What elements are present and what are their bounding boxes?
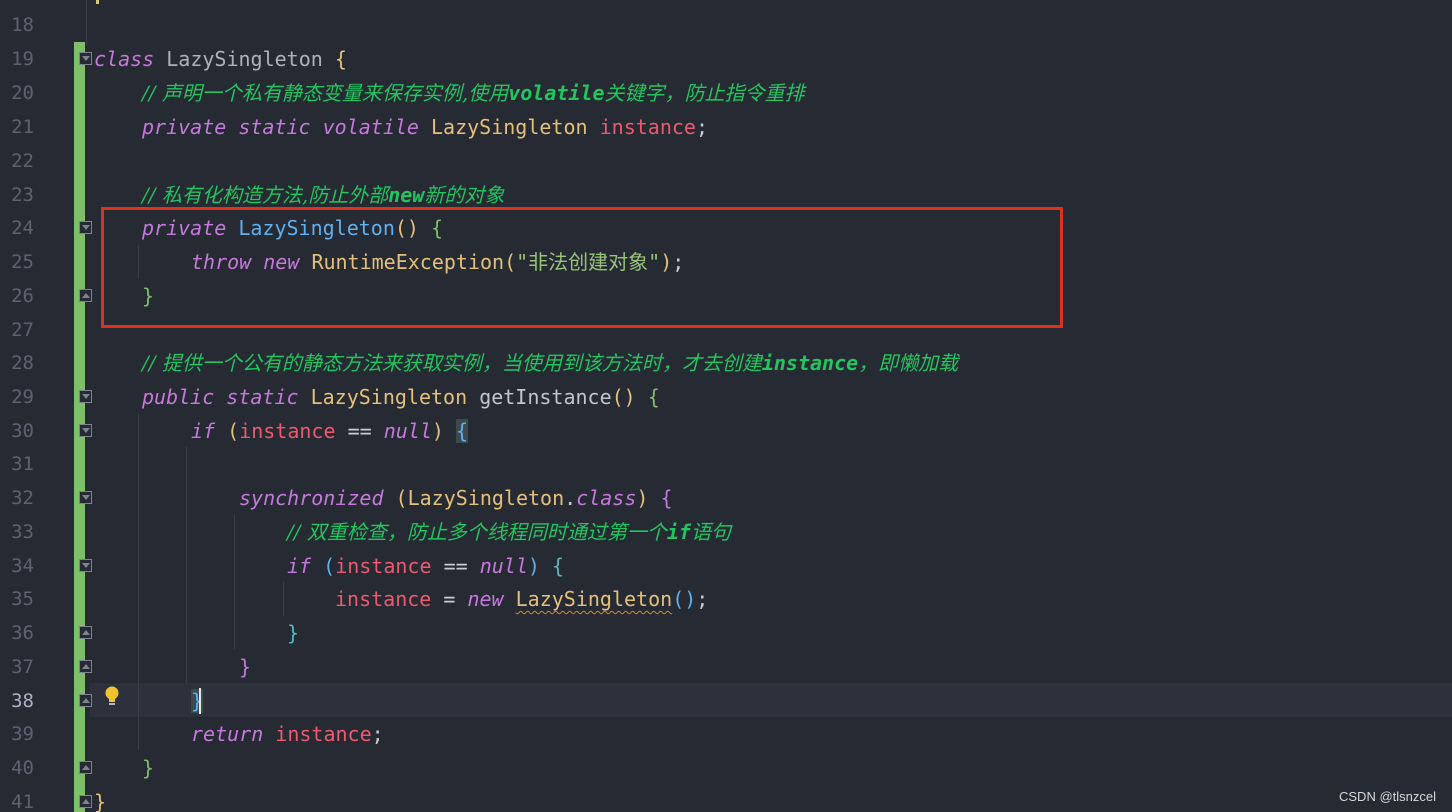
line-number: 24 bbox=[11, 217, 34, 239]
code-line-30: if (instance == null) { bbox=[191, 419, 469, 443]
fold-open-icon[interactable] bbox=[79, 390, 92, 403]
line-number: 39 bbox=[11, 723, 34, 745]
code-line-34: if (instance == null) { bbox=[287, 554, 565, 578]
line-number: 22 bbox=[11, 150, 34, 172]
indent-guide bbox=[86, 0, 87, 45]
line-number: 29 bbox=[11, 386, 34, 408]
line-number: 36 bbox=[11, 622, 34, 644]
line-number: 26 bbox=[11, 285, 34, 307]
highlight-annotation-box bbox=[101, 207, 1063, 328]
line-number: 20 bbox=[11, 82, 34, 104]
line-number: 21 bbox=[11, 116, 34, 138]
gutter: 18 19 20 21 22 23 24 25 26 27 28 29 30 3… bbox=[0, 0, 92, 812]
code-line-41: } bbox=[94, 790, 107, 812]
fold-open-icon[interactable] bbox=[79, 424, 92, 437]
line-number: 19 bbox=[11, 48, 34, 70]
indent-guide bbox=[138, 414, 139, 750]
line-number-current: 38 bbox=[11, 690, 34, 712]
code-line-37: } bbox=[239, 655, 252, 679]
line-number: 40 bbox=[11, 757, 34, 779]
code-line-21: private static volatile LazySingleton in… bbox=[142, 115, 708, 139]
code-line-36: } bbox=[287, 621, 300, 645]
line-number: 32 bbox=[11, 487, 34, 509]
code-line-28-comment: // 提供一个公有的静态方法来获取实例，当使用到该方法时，才去创建instanc… bbox=[142, 351, 959, 375]
text-cursor bbox=[199, 688, 201, 714]
code-line-35: instance = new LazySingleton(); bbox=[335, 587, 709, 611]
indent-guide bbox=[283, 582, 284, 616]
code-line-19: class LazySingleton { bbox=[94, 47, 347, 71]
line-number: 25 bbox=[11, 251, 34, 273]
fold-close-icon[interactable] bbox=[79, 626, 92, 639]
lightbulb-icon[interactable] bbox=[104, 686, 120, 706]
fold-open-icon[interactable] bbox=[79, 52, 92, 65]
indent-guide bbox=[234, 515, 235, 649]
fold-open-icon[interactable] bbox=[79, 559, 92, 572]
code-line-29: public static LazySingleton getInstance(… bbox=[142, 385, 660, 409]
fold-close-icon[interactable] bbox=[79, 289, 92, 302]
code-line-20-comment: // 声明一个私有静态变量来保存实例,使用volatile关键字，防止指令重排 bbox=[142, 81, 805, 105]
code-line-32: synchronized (LazySingleton.class) { bbox=[239, 486, 673, 510]
line-number: 28 bbox=[11, 352, 34, 374]
line-number: 27 bbox=[11, 319, 34, 341]
code-line-39: return instance; bbox=[191, 722, 384, 746]
code-line-40: } bbox=[142, 756, 155, 780]
line-number: 30 bbox=[11, 420, 34, 442]
line-number: 23 bbox=[11, 184, 34, 206]
fold-close-icon[interactable] bbox=[79, 761, 92, 774]
indent-guide bbox=[186, 447, 187, 683]
line-number: 18 bbox=[11, 14, 34, 36]
line-number: 35 bbox=[11, 588, 34, 610]
code-line-38: } bbox=[191, 689, 204, 713]
line-number: 33 bbox=[11, 521, 34, 543]
warning-squiggle: LazySingleton bbox=[515, 587, 673, 611]
brace-marker bbox=[96, 0, 99, 4]
line-number: 31 bbox=[11, 453, 34, 475]
code-editor[interactable]: 18 19 20 21 22 23 24 25 26 27 28 29 30 3… bbox=[0, 0, 1452, 812]
fold-close-icon[interactable] bbox=[79, 694, 92, 707]
line-number: 37 bbox=[11, 656, 34, 678]
fold-close-icon[interactable] bbox=[79, 660, 92, 673]
watermark: CSDN @tlsnzcel bbox=[1339, 789, 1436, 804]
code-line-33-comment: // 双重检查，防止多个线程同时通过第一个if语句 bbox=[287, 520, 731, 544]
line-number: 41 bbox=[11, 791, 34, 812]
fold-open-icon[interactable] bbox=[79, 221, 92, 234]
current-line-highlight bbox=[0, 683, 1452, 717]
fold-open-icon[interactable] bbox=[79, 491, 92, 504]
line-number: 34 bbox=[11, 555, 34, 577]
fold-close-icon[interactable] bbox=[79, 795, 92, 808]
